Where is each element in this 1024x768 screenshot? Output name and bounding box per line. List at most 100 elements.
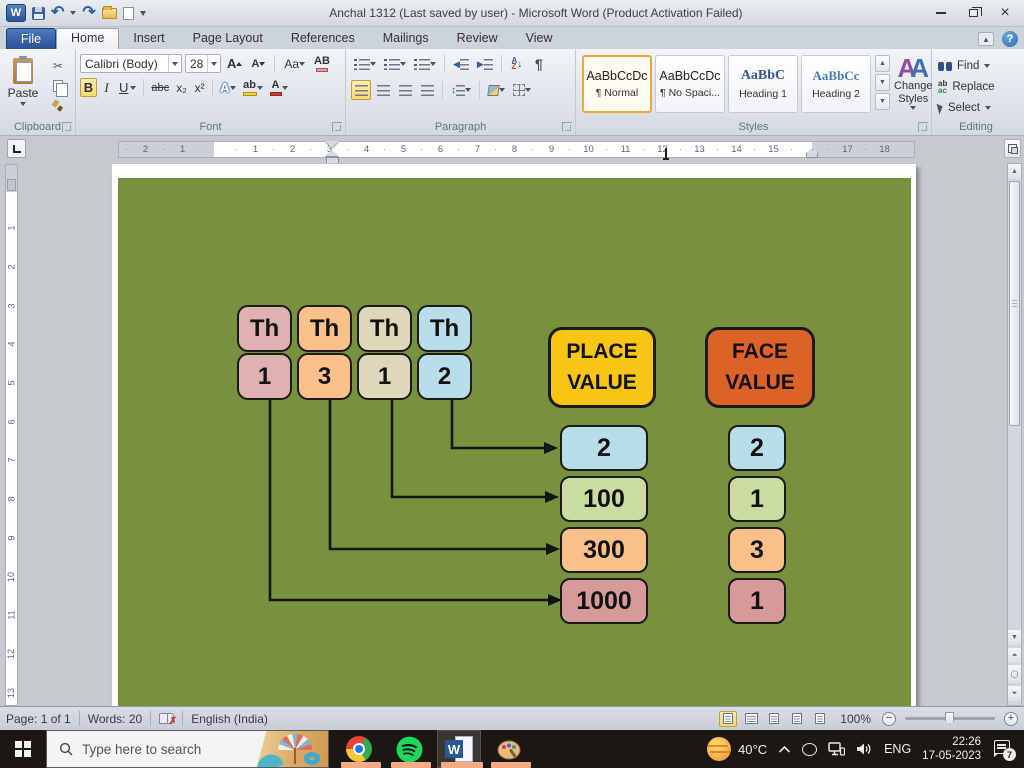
clipboard-dialog-launcher-icon[interactable]: [62, 122, 72, 132]
cut-button[interactable]: ✂: [46, 57, 70, 75]
increase-indent-button[interactable]: ▶: [474, 54, 496, 74]
new-document-icon[interactable]: [123, 7, 134, 20]
style-chip[interactable]: AaBbCcDc ¶ Normal: [582, 55, 652, 113]
decrease-indent-button[interactable]: ◀: [450, 54, 472, 74]
proofing-errors-icon[interactable]: ✗: [159, 713, 174, 724]
italic-button[interactable]: I: [98, 78, 115, 97]
bullets-button[interactable]: [351, 54, 379, 74]
first-line-indent-marker[interactable]: [325, 141, 339, 148]
zoom-in-button[interactable]: +: [1004, 712, 1018, 726]
language-status[interactable]: English (India): [191, 712, 268, 726]
shading-button[interactable]: [485, 80, 508, 100]
shrink-font-button[interactable]: A: [248, 54, 268, 73]
undo-dropdown-icon[interactable]: [70, 11, 76, 15]
word-logo-icon[interactable]: W: [6, 4, 26, 22]
outline-view-button[interactable]: [788, 711, 806, 727]
subscript-button[interactable]: x₂: [173, 78, 190, 97]
clear-formatting-button[interactable]: AB: [311, 54, 333, 73]
paragraph-dialog-launcher-icon[interactable]: [562, 122, 572, 132]
draft-view-button[interactable]: [811, 711, 829, 727]
view-ruler-toggle-button[interactable]: [1004, 139, 1021, 158]
previous-page-icon[interactable]: ⏶: [1008, 648, 1021, 663]
weather-widget[interactable]: 40°C: [707, 737, 767, 761]
vertical-ruler[interactable]: 12345678910111213: [5, 164, 18, 706]
ribbon-tab[interactable]: Review: [443, 28, 512, 49]
align-center-button[interactable]: [373, 80, 393, 100]
clock[interactable]: 22:26 17-05-2023: [922, 735, 981, 764]
format-painter-button[interactable]: [46, 97, 70, 115]
show-hide-marks-button[interactable]: ¶: [529, 54, 549, 74]
search-input[interactable]: [82, 742, 232, 757]
minimize-button[interactable]: [926, 4, 956, 23]
ribbon-tab[interactable]: Insert: [119, 28, 178, 49]
restore-button[interactable]: [958, 4, 988, 23]
select-button[interactable]: Select: [938, 99, 1014, 117]
font-dialog-launcher-icon[interactable]: [332, 122, 342, 132]
print-layout-view-button[interactable]: [719, 711, 737, 727]
styles-more-icon[interactable]: ▼: [875, 93, 890, 110]
highlight-button[interactable]: ab: [240, 78, 266, 97]
network-icon[interactable]: [828, 742, 845, 756]
full-screen-reading-view-button[interactable]: [742, 711, 760, 727]
zoom-slider-thumb[interactable]: [945, 712, 954, 725]
undo-icon[interactable]: ↶: [51, 5, 64, 21]
page-count[interactable]: Page: 1 of 1: [6, 712, 71, 726]
scrollbar-thumb[interactable]: [1009, 181, 1020, 426]
redo-icon[interactable]: ↷: [82, 5, 95, 21]
zoom-level[interactable]: 100%: [840, 712, 871, 726]
font-color-button[interactable]: A: [267, 78, 291, 97]
ribbon-tab[interactable]: View: [512, 28, 567, 49]
line-spacing-button[interactable]: ↕: [448, 80, 474, 100]
diagram-canvas[interactable]: Th 1 Th 3 Th 1 Th 2 PLACE VALUE: [118, 178, 911, 706]
ribbon-tab[interactable]: Page Layout: [179, 28, 277, 49]
replace-button[interactable]: abacReplace: [938, 78, 1014, 96]
sort-button[interactable]: AZ↓: [507, 54, 527, 74]
ribbon-tab[interactable]: Home: [56, 28, 119, 49]
styles-scroll-down-icon[interactable]: ▼: [875, 74, 890, 91]
font-family-select[interactable]: Calibri (Body): [80, 54, 182, 73]
help-icon[interactable]: ?: [1002, 31, 1018, 47]
copy-button[interactable]: [46, 77, 70, 95]
ribbon-tab[interactable]: References: [277, 28, 369, 49]
open-icon[interactable]: [102, 8, 117, 19]
scroll-up-icon[interactable]: ▲: [1008, 164, 1021, 179]
paste-button[interactable]: Paste: [4, 55, 42, 117]
volume-icon[interactable]: [856, 742, 873, 756]
zoom-slider[interactable]: [905, 717, 995, 720]
grow-font-button[interactable]: A: [224, 54, 245, 73]
align-left-button[interactable]: [351, 80, 371, 100]
zoom-out-button[interactable]: −: [882, 712, 896, 726]
tab-file[interactable]: File: [6, 28, 56, 49]
numbering-button[interactable]: [381, 54, 409, 74]
tab-stop-selector[interactable]: [7, 139, 26, 158]
horizontal-ruler[interactable]: 21 1234567891011121314151718: [118, 141, 915, 158]
multilevel-list-button[interactable]: [411, 54, 439, 74]
underline-button[interactable]: U: [116, 78, 139, 97]
select-browse-object-icon[interactable]: ◯: [1008, 665, 1021, 683]
superscript-button[interactable]: x²: [191, 78, 208, 97]
web-layout-view-button[interactable]: [765, 711, 783, 727]
notification-center-button[interactable]: 7: [992, 740, 1014, 758]
save-icon[interactable]: [32, 7, 45, 20]
taskbar-search[interactable]: [46, 730, 329, 768]
find-button[interactable]: Find: [938, 57, 1014, 75]
vertical-scrollbar[interactable]: ▲ ▼ ⏶ ◯ ⏷: [1007, 163, 1022, 706]
next-page-icon[interactable]: ⏷: [1008, 686, 1021, 701]
font-size-select[interactable]: 28: [185, 54, 221, 73]
keyboard-language[interactable]: ENG: [884, 742, 911, 756]
align-right-button[interactable]: [395, 80, 415, 100]
justify-button[interactable]: [417, 80, 437, 100]
word-count[interactable]: Words: 20: [88, 712, 142, 726]
style-chip[interactable]: AaBbCcDc ¶ No Spaci...: [655, 55, 725, 113]
start-button[interactable]: [0, 730, 46, 768]
styles-dialog-launcher-icon[interactable]: [918, 122, 928, 132]
close-button[interactable]: ×: [990, 4, 1020, 23]
change-case-button[interactable]: Aa: [281, 54, 308, 73]
change-styles-button[interactable]: AA Change Styles: [894, 55, 933, 110]
text-effects-button[interactable]: A: [217, 78, 238, 97]
search-highlight-image[interactable]: [250, 731, 328, 768]
bold-button[interactable]: B: [80, 78, 97, 97]
tablet-mode-icon[interactable]: [802, 743, 817, 756]
strikethrough-button[interactable]: abc: [148, 78, 172, 97]
borders-button[interactable]: [510, 80, 534, 100]
